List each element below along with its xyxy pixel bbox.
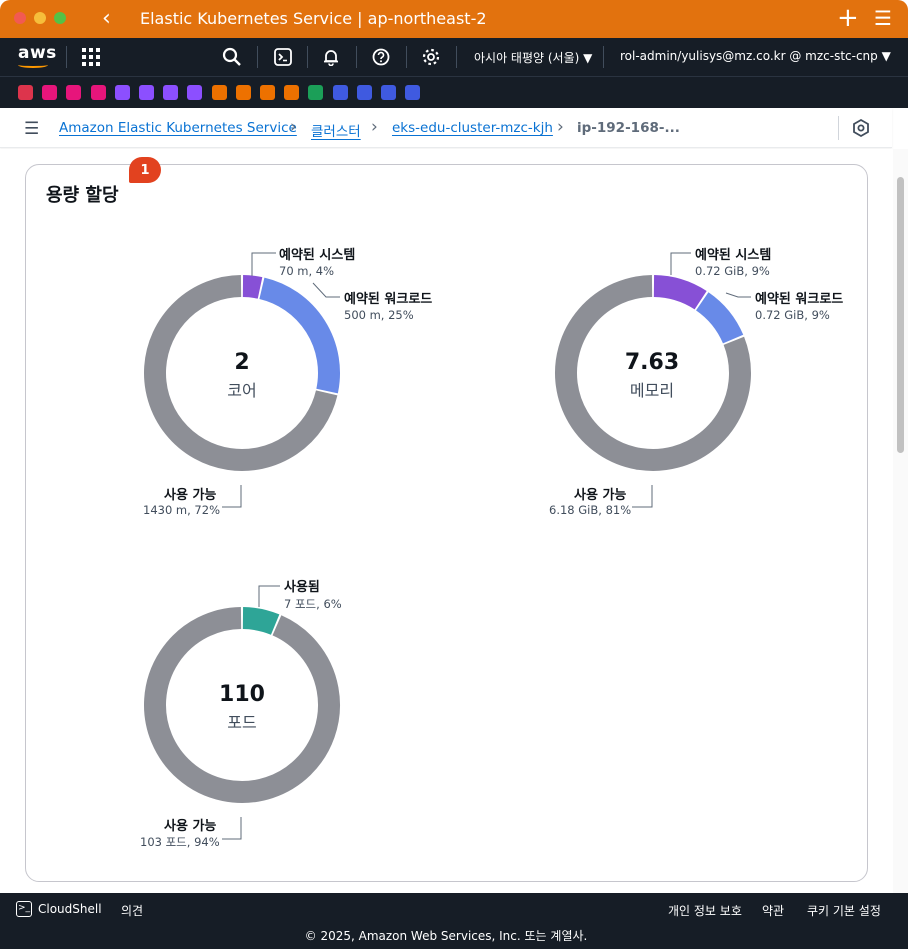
apigateway-icon[interactable] (90, 85, 106, 100)
leader-line (222, 485, 242, 508)
close-window-button[interactable] (14, 12, 26, 24)
services-grid-icon[interactable] (78, 44, 104, 70)
help-icon[interactable] (368, 44, 394, 70)
iam-icon[interactable] (114, 85, 130, 100)
leader-line (725, 292, 751, 298)
eks-icon[interactable] (235, 85, 251, 100)
cloudshell-icon[interactable] (270, 44, 296, 70)
account-menu[interactable]: rol-admin/yulisys@mz.co.kr @ mzc-stc-cnp… (620, 49, 891, 63)
capacity-allocation-panel: 용량 할당 1 2 코어 7.63 메모리 110 포드 예약된 시스템 70 … (25, 157, 868, 882)
leader-line (632, 485, 653, 508)
cloudshell-link[interactable]: CloudShell (38, 902, 102, 916)
elb-icon[interactable] (187, 85, 203, 100)
hamburger-menu-icon[interactable]: ☰ (874, 6, 892, 30)
favorites-bar (0, 76, 908, 108)
s3-icon[interactable] (308, 85, 324, 100)
terms-link[interactable]: 약관 (762, 902, 784, 919)
ecs-icon[interactable] (211, 85, 227, 100)
breadcrumb-link-clusters[interactable]: 클러스터 (311, 120, 361, 140)
breadcrumb-divider (838, 116, 839, 140)
caret-down-icon: ▼ (583, 51, 593, 65)
breadcrumb-link-eks[interactable]: Amazon Elastic Kubernetes Service (59, 120, 297, 136)
window-title: Elastic Kubernetes Service | ap-northeas… (140, 9, 487, 28)
notifications-bell-icon[interactable] (318, 44, 344, 70)
aws-logo[interactable]: aws (18, 43, 57, 63)
console-footer: >_ CloudShell 의견 개인 정보 보호 약관 쿠키 기본 설정 © … (0, 893, 908, 949)
minimize-window-button[interactable] (34, 12, 46, 24)
privacy-link[interactable]: 개인 정보 보호 (668, 902, 742, 919)
nav-divider (257, 46, 258, 68)
cloudshell-icon[interactable] (381, 85, 396, 100)
maximize-window-button[interactable] (54, 12, 66, 24)
leader-line (251, 252, 276, 276)
side-nav-toggle-icon[interactable]: ☰ (24, 119, 39, 139)
nav-divider (603, 46, 604, 68)
leader-line (222, 817, 242, 840)
route53-icon[interactable] (163, 85, 179, 100)
breadcrumb-chevron-icon: › (371, 117, 378, 137)
vpc-icon[interactable] (139, 85, 154, 100)
breadcrumb-chevron-icon: › (290, 117, 297, 137)
nav-divider (456, 46, 457, 68)
leader-line (670, 252, 691, 275)
copyright-text: © 2025, Amazon Web Services, Inc. 또는 계열사… (304, 929, 588, 943)
nav-divider (406, 46, 407, 68)
aws-logo-smile (18, 62, 48, 68)
cloudfront-icon[interactable] (66, 85, 82, 100)
new-tab-plus-icon[interactable]: + (837, 3, 859, 33)
cloudshell-icon[interactable]: >_ (16, 901, 32, 917)
breadcrumb-link-cluster[interactable]: eks-edu-cluster-mzc-kjh (392, 120, 553, 136)
search-icon[interactable] (219, 44, 245, 70)
ec2-icon[interactable] (18, 85, 33, 100)
back-chevron-icon[interactable]: ‹ (102, 6, 111, 31)
ecr-icon[interactable] (260, 85, 275, 100)
leader-lines (222, 252, 751, 840)
region-label: 아시아 태평양 (서울) (474, 51, 580, 65)
breadcrumb-current: ip-192-168-... (577, 120, 680, 136)
cookie-preferences-link[interactable]: 쿠키 기본 설정 (807, 902, 881, 919)
nav-divider (307, 46, 308, 68)
leader-line (258, 585, 280, 607)
scrollbar-thumb[interactable] (897, 177, 904, 453)
codebuild-icon[interactable] (332, 85, 348, 100)
leader-line (312, 282, 340, 298)
region-selector[interactable]: 아시아 태평양 (서울) ▼ (474, 49, 592, 66)
main-content: 용량 할당 1 2 코어 7.63 메모리 110 포드 예약된 시스템 70 … (0, 149, 892, 893)
settings-gear-icon[interactable] (418, 44, 444, 70)
vertical-scrollbar[interactable] (893, 149, 908, 893)
account-label: rol-admin/yulisys@mz.co.kr @ mzc-stc-cnp (620, 49, 878, 63)
cloudwatch-icon[interactable] (42, 85, 58, 100)
breadcrumb-chevron-icon: › (557, 117, 564, 137)
nav-divider (356, 46, 357, 68)
feedback-link[interactable]: 의견 (121, 902, 143, 919)
help-panel-icon[interactable] (851, 118, 871, 142)
codepipeline-icon[interactable] (356, 85, 372, 100)
lambda-icon[interactable] (284, 85, 300, 100)
aws-console-nav: aws 아시아 태평양 (서울) ▼ rol-admin/yulisys@mz.… (0, 38, 908, 76)
marketplace-icon[interactable] (405, 85, 421, 100)
caret-down-icon: ▼ (881, 49, 891, 63)
nav-divider (66, 46, 67, 68)
window-titlebar: ‹ Elastic Kubernetes Service | ap-northe… (0, 0, 908, 38)
breadcrumb-bar: ☰ Amazon Elastic Kubernetes Service › 클러… (0, 108, 892, 148)
